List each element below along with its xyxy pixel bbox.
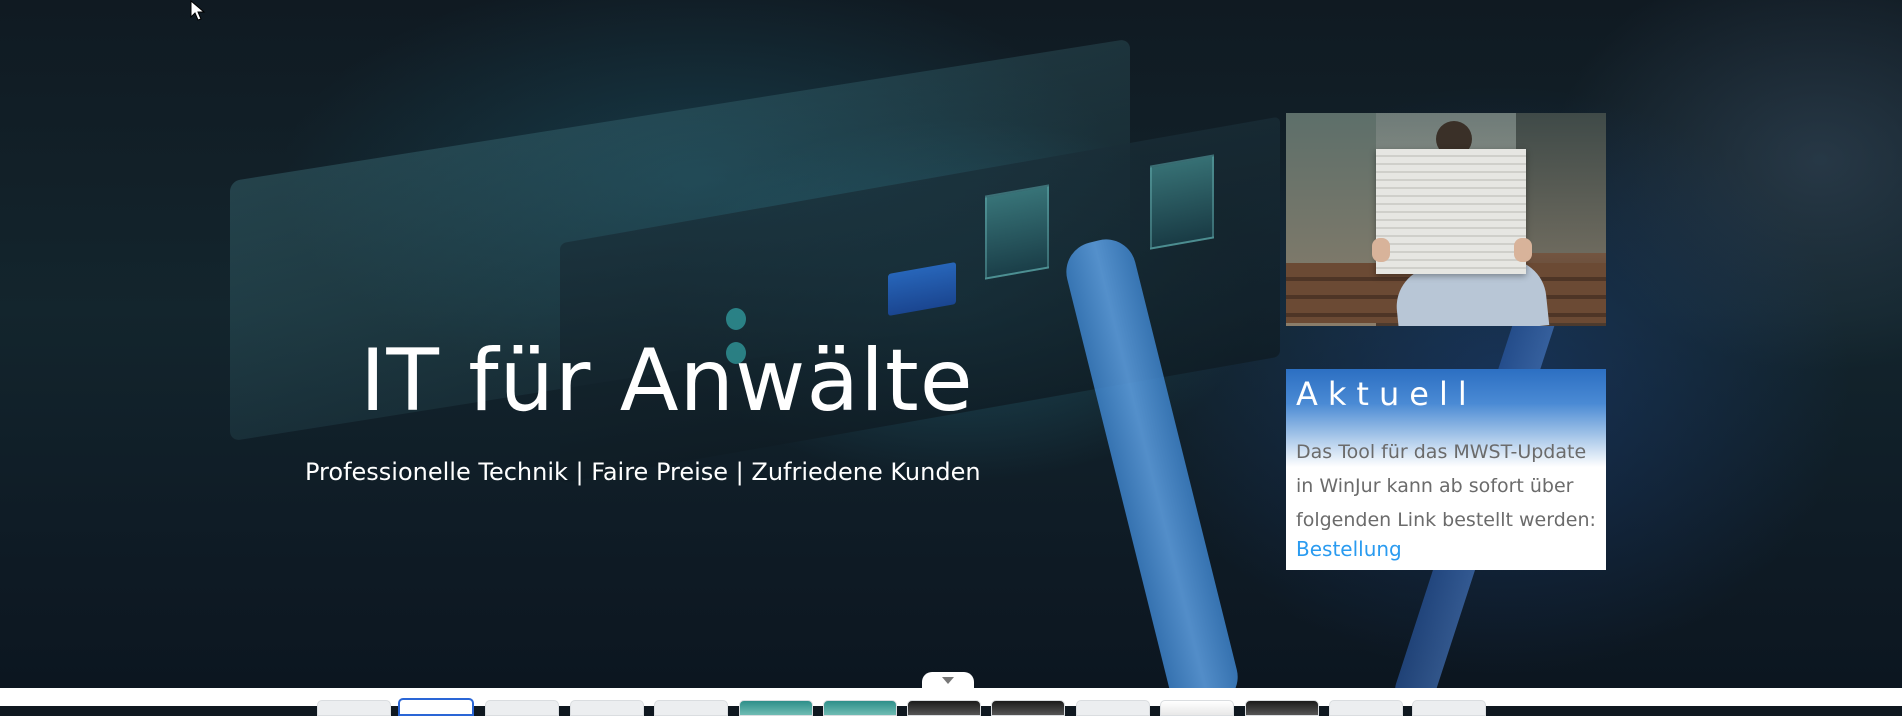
slide-thumbnail[interactable]	[570, 700, 644, 716]
slide-thumbnail[interactable]	[1329, 700, 1403, 716]
ethernet-port-shape	[985, 184, 1049, 280]
news-text: Das Tool für das MWST-Update in WinJur k…	[1296, 441, 1596, 531]
slide-thumbnail[interactable]	[907, 700, 981, 716]
slide-thumbnail[interactable]	[398, 698, 474, 716]
slide-thumbnail[interactable]	[485, 700, 559, 716]
slide-thumbnail[interactable]	[1076, 700, 1150, 716]
ethernet-port-shape	[1150, 154, 1214, 250]
slide-thumbnail[interactable]	[991, 700, 1065, 716]
slide-thumbnail[interactable]	[739, 700, 813, 716]
news-image	[1286, 113, 1606, 326]
order-link[interactable]: Bestellung	[1296, 537, 1402, 561]
news-box: Aktuell Das Tool für das MWST-Update in …	[1286, 369, 1606, 570]
strip-toggle-button[interactable]	[922, 672, 974, 688]
mouse-cursor-icon	[190, 0, 206, 21]
slide-thumbnail[interactable]	[1160, 700, 1234, 716]
slide-thumbnail[interactable]	[317, 700, 391, 716]
slide-thumbnail[interactable]	[1412, 700, 1486, 716]
hero-subtitle: Professionelle Technik | Faire Preise | …	[305, 458, 981, 486]
hero-banner: IT für Anwälte Professionelle Technik | …	[0, 0, 1902, 688]
slide-thumbnail[interactable]	[1245, 700, 1319, 716]
news-heading: Aktuell	[1296, 375, 1477, 413]
chevron-down-icon	[942, 677, 954, 684]
hero-title: IT für Anwälte	[360, 331, 974, 431]
slide-thumbnail[interactable]	[654, 700, 728, 716]
slide-thumbnail[interactable]	[823, 700, 897, 716]
status-led	[726, 308, 746, 330]
